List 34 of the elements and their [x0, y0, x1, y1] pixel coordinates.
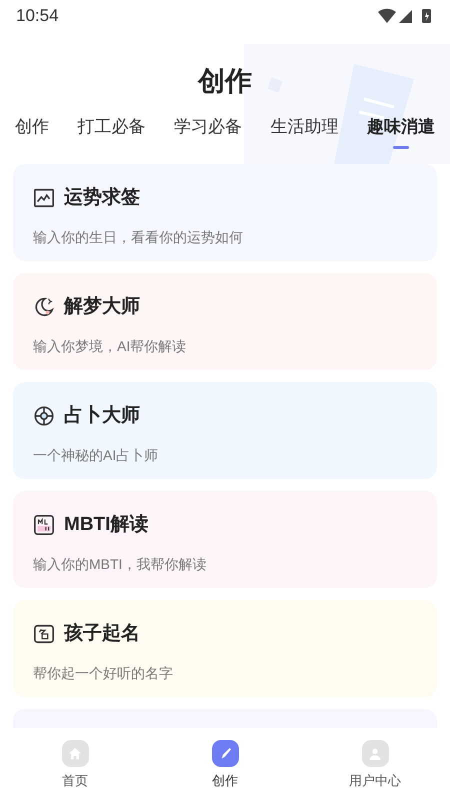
card-description: 输入你梦境，AI帮你解读 — [33, 336, 188, 356]
status-time: 10:54 — [16, 5, 59, 28]
card-description: 一个神秘的AI占卜师 — [33, 446, 160, 464]
card-title: 占卜大师 — [64, 404, 140, 428]
card-description: 输入你的生日，看看你的运势如何 — [33, 228, 244, 246]
card-title: MBTI解读 — [64, 513, 148, 537]
grid-badge-icon — [33, 514, 55, 536]
tag-icon — [33, 623, 55, 646]
card-title: 解梦大师 — [64, 295, 140, 319]
feature-card[interactable]: 解梦大师 输入你梦境，AI帮你解读 — [13, 273, 437, 370]
feature-card[interactable]: MBTI解读 输入你的MBTI，我帮你解读 — [13, 491, 437, 588]
category-tab[interactable]: 生活助理 — [270, 114, 338, 148]
card-description: 帮你起一个好听的名字 — [33, 664, 174, 682]
nav-tab[interactable]: 首页 — [0, 740, 150, 800]
moon-icon — [33, 296, 55, 318]
ball-icon — [33, 405, 55, 428]
category-tab[interactable]: 趣味消遣 — [367, 114, 435, 148]
chart-icon — [33, 187, 55, 210]
home-icon — [62, 740, 88, 767]
category-tab[interactable]: 打工必备 — [78, 114, 146, 148]
category-tab[interactable]: 学习必备 — [174, 114, 242, 148]
status-icons — [378, 8, 434, 24]
user-icon — [362, 740, 388, 767]
page-title: 创作 — [198, 64, 252, 98]
card-title: 孩子起名 — [64, 622, 140, 646]
card-title: 运势求签 — [64, 186, 140, 210]
nav-tab[interactable]: 创作 — [150, 740, 300, 800]
pen-icon — [212, 740, 238, 767]
category-tab[interactable]: 创作 — [15, 114, 49, 148]
feature-card[interactable]: 占卜大师 一个神秘的AI占卜师 — [13, 382, 437, 479]
card-description: 输入你的MBTI，我帮你解读 — [33, 554, 208, 574]
nav-tab[interactable]: 用户中心 — [300, 740, 450, 800]
feature-card[interactable]: 孩子起名 帮你起一个好听的名字 — [13, 600, 437, 697]
feature-card[interactable]: 运势求签 输入你的生日，看看你的运势如何 — [13, 164, 437, 261]
